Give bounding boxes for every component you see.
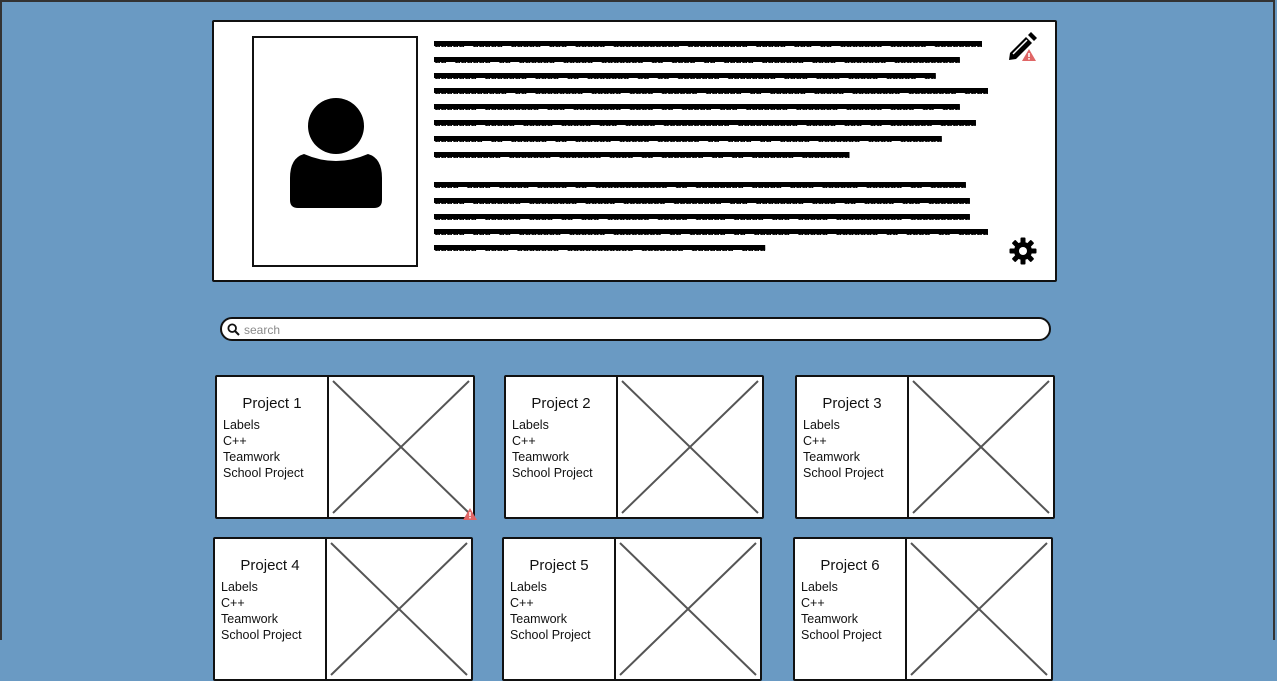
project-info: Project 1 Labels C++ Teamwork School Pro…	[217, 377, 329, 517]
project-image-placeholder	[909, 377, 1053, 517]
profile-card: aaaaa aaaaa aaaaa aaa aaaaa aaaaaaaaaaa …	[212, 20, 1057, 282]
project-image-placeholder	[327, 539, 471, 679]
project-label: School Project	[221, 628, 302, 642]
project-title: Project 2	[531, 395, 591, 412]
project-card[interactable]: Project 4 Labels C++ Teamwork School Pro…	[213, 537, 473, 681]
project-label: School Project	[512, 466, 593, 480]
project-card[interactable]: Project 3 Labels C++ Teamwork School Pro…	[795, 375, 1055, 519]
profile-bio: aaaaa aaaaa aaaaa aaa aaaaa aaaaaaaaaaa …	[434, 36, 990, 257]
project-label: Teamwork	[510, 612, 567, 626]
project-image-placeholder	[329, 377, 473, 517]
warning-icon	[463, 508, 477, 520]
project-label: School Project	[801, 628, 882, 642]
project-label: C++	[510, 596, 534, 610]
project-label: School Project	[223, 466, 304, 480]
project-card[interactable]: Project 6 Labels C++ Teamwork School Pro…	[793, 537, 1053, 681]
project-label: Teamwork	[512, 450, 569, 464]
project-title: Project 3	[822, 395, 882, 412]
project-image-placeholder	[616, 539, 760, 679]
project-info: Project 6 Labels C++ Teamwork School Pro…	[795, 539, 907, 679]
project-card[interactable]: Project 5 Labels C++ Teamwork School Pro…	[502, 537, 762, 681]
project-label: Labels	[801, 580, 838, 594]
project-label: Teamwork	[223, 450, 280, 464]
project-label: School Project	[510, 628, 591, 642]
project-label: Labels	[803, 418, 840, 432]
project-title: Project 5	[529, 557, 589, 574]
search-bar[interactable]	[220, 317, 1051, 341]
search-icon	[227, 323, 240, 336]
project-info: Project 5 Labels C++ Teamwork School Pro…	[504, 539, 616, 679]
project-image-placeholder	[907, 539, 1051, 679]
project-card[interactable]: Project 2 Labels C++ Teamwork School Pro…	[504, 375, 764, 519]
project-title: Project 6	[820, 557, 880, 574]
project-label: C++	[803, 434, 827, 448]
project-info: Project 2 Labels C++ Teamwork School Pro…	[506, 377, 618, 517]
project-info: Project 3 Labels C++ Teamwork School Pro…	[797, 377, 909, 517]
bio-paragraph: aaaa aaaa aaaaa aaaaa aa aaaaaaaaaaaa aa…	[434, 178, 989, 255]
project-title: Project 1	[242, 395, 302, 412]
project-label: Teamwork	[801, 612, 858, 626]
project-card[interactable]: Project 1 Labels C++ Teamwork School Pro…	[215, 375, 477, 520]
project-label: Labels	[221, 580, 258, 594]
search-input[interactable]	[242, 320, 1036, 340]
project-info: Project 4 Labels C++ Teamwork School Pro…	[215, 539, 327, 679]
project-label: Teamwork	[803, 450, 860, 464]
project-label: Teamwork	[221, 612, 278, 626]
project-label: C++	[512, 434, 536, 448]
person-silhouette-icon	[290, 98, 382, 208]
project-label: C++	[221, 596, 245, 610]
project-label: C++	[223, 434, 247, 448]
bio-paragraph: aaaaa aaaaa aaaaa aaa aaaaa aaaaaaaaaaa …	[434, 37, 989, 161]
project-label: Labels	[512, 418, 549, 432]
gear-icon[interactable]	[1009, 237, 1037, 265]
project-label: C++	[801, 596, 825, 610]
project-image-placeholder	[618, 377, 762, 517]
project-title: Project 4	[240, 557, 300, 574]
pencil-icon[interactable]	[1007, 30, 1039, 62]
project-label: Labels	[510, 580, 547, 594]
avatar[interactable]	[252, 36, 418, 267]
project-label: School Project	[803, 466, 884, 480]
project-label: Labels	[223, 418, 260, 432]
